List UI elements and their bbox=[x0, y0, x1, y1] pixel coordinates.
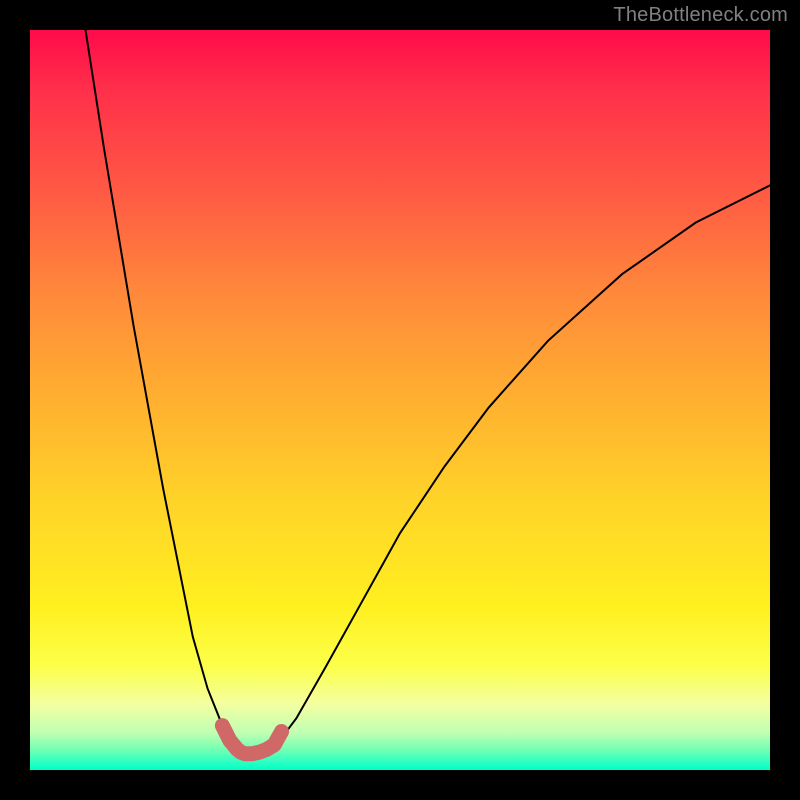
chart-frame: TheBottleneck.com bbox=[0, 0, 800, 800]
plot-area bbox=[30, 30, 770, 770]
valley-highlight-path bbox=[222, 726, 281, 754]
curve-layer bbox=[30, 30, 770, 770]
curve-right-path bbox=[274, 185, 770, 747]
curve-left-path bbox=[86, 30, 238, 748]
watermark-text: TheBottleneck.com bbox=[613, 4, 788, 27]
